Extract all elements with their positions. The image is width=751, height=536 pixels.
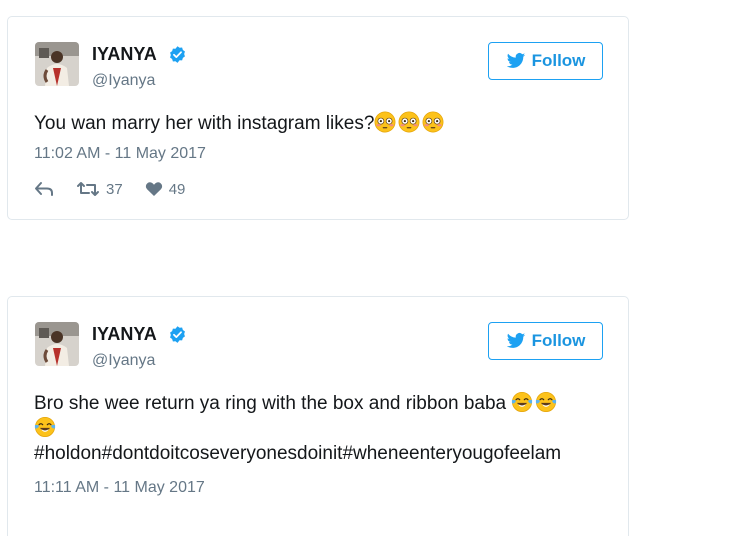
tears-of-joy-emoji <box>34 416 56 438</box>
twitter-bird-icon <box>506 331 526 351</box>
tweet-timestamp[interactable]: 11:02 AM - 11 May 2017 <box>34 145 206 163</box>
tweet-body: Bro she wee return ya ring with the box … <box>34 393 512 414</box>
reply-button[interactable] <box>34 181 54 197</box>
flushed-face-emoji <box>374 111 396 133</box>
twitter-bird-icon <box>506 51 526 71</box>
reply-icon <box>35 182 53 196</box>
retweet-count: 37 <box>106 180 123 198</box>
tears-of-joy-emoji <box>511 391 533 413</box>
tweet-text: You wan marry her with instagram likes? <box>34 111 598 136</box>
like-button[interactable]: 49 <box>145 180 186 198</box>
display-name[interactable]: IYANYA <box>92 324 157 345</box>
tweet-actions: 37 49 <box>34 179 207 199</box>
follow-label: Follow <box>531 331 586 350</box>
tweet-body: You wan marry her with instagram likes? <box>34 113 375 134</box>
tweet-hashtags[interactable]: #holdon#dontdoitcoseveryonesdoinit#whene… <box>34 443 561 464</box>
username-handle[interactable]: @Iyanya <box>92 352 155 370</box>
username-handle[interactable]: @Iyanya <box>92 72 155 90</box>
follow-button[interactable]: Follow <box>488 42 603 80</box>
avatar[interactable] <box>35 322 79 366</box>
retweet-icon <box>77 182 99 196</box>
verified-badge-icon <box>168 45 187 64</box>
like-count: 49 <box>168 180 186 198</box>
avatar[interactable] <box>35 42 79 86</box>
flushed-face-emoji <box>398 111 420 133</box>
retweet-button[interactable]: 37 <box>76 181 123 198</box>
display-name[interactable]: IYANYA <box>92 44 157 65</box>
follow-label: Follow <box>531 51 586 70</box>
tweet-timestamp[interactable]: 11:11 AM - 11 May 2017 <box>34 479 205 497</box>
heart-icon <box>145 182 162 196</box>
tears-of-joy-emoji <box>535 391 557 413</box>
tweet-card: IYANYA @Iyanya Follow Bro she wee return… <box>7 296 629 536</box>
verified-badge-icon <box>168 325 187 344</box>
follow-button[interactable]: Follow <box>488 322 603 360</box>
flushed-face-emoji <box>422 111 444 133</box>
tweet-card: IYANYA @Iyanya Follow You wan marry her … <box>7 16 629 220</box>
tweet-text: Bro she wee return ya ring with the box … <box>34 391 598 466</box>
